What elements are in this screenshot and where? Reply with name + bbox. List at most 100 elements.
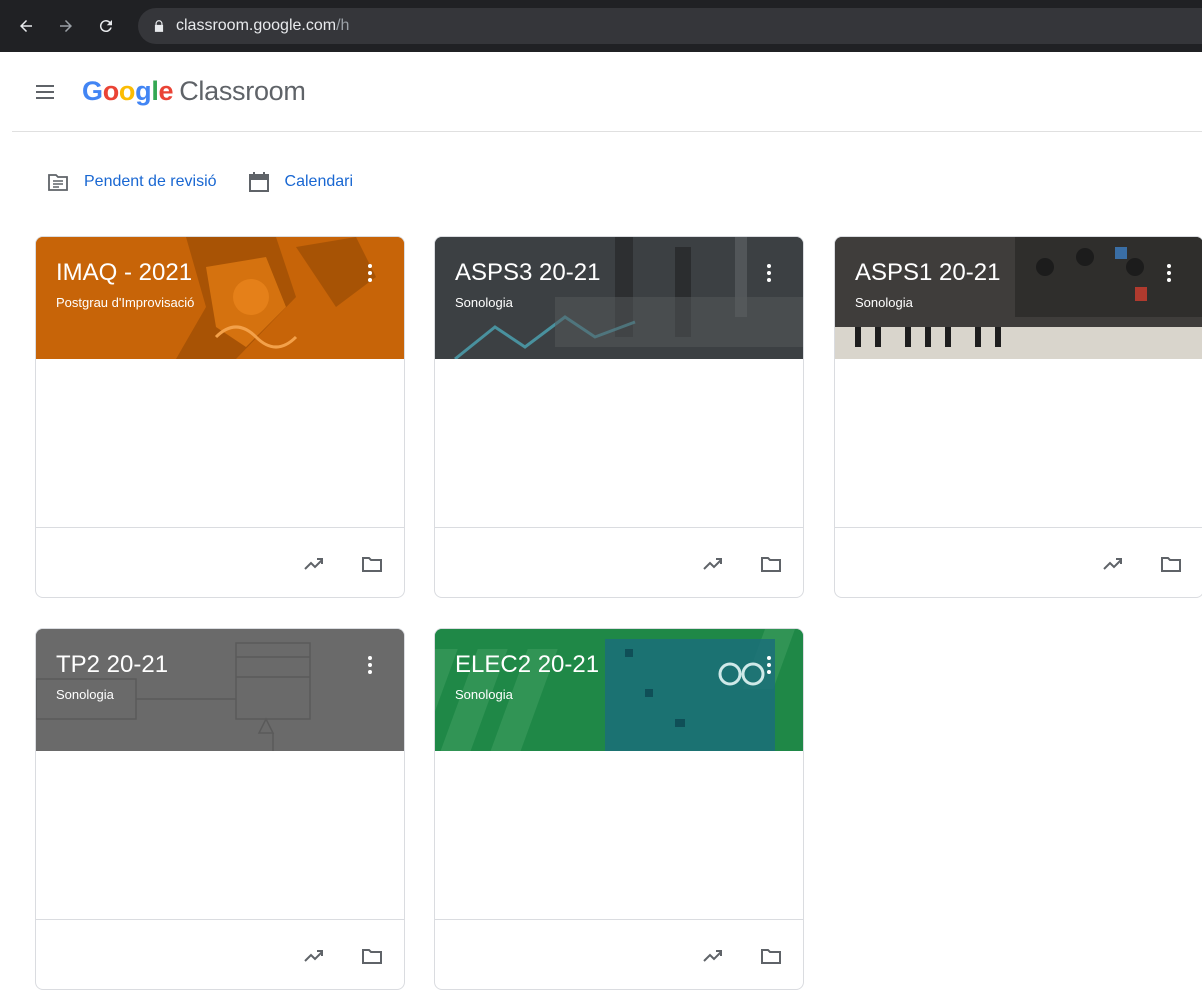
more-vert-icon-dot [767,271,771,275]
class-card-body [435,751,803,919]
quick-links: Pendent de revisió Calendari [46,170,383,194]
class-section: Postgrau d'Improvisació [56,295,195,310]
to-review-label: Pendent de revisió [84,173,217,190]
more-vert-icon-dot [368,670,372,674]
class-card: TP2 20-21 Sonologia [35,628,405,990]
folder-icon [362,948,382,964]
more-vert-icon-dot [767,670,771,674]
class-section: Sonologia [56,687,114,702]
folder-icon [761,948,781,964]
class-drive-folder-button[interactable] [1159,552,1183,576]
more-vert-icon-dot [368,663,372,667]
more-vert-icon-dot [1167,278,1171,282]
hamburger-icon [36,84,54,87]
class-card-body [36,359,404,527]
more-vert-icon [368,656,372,660]
hamburger-icon-bar [36,96,54,99]
class-card-footer [36,919,404,989]
class-drive-folder-button[interactable] [759,944,783,968]
trending-up-icon [304,557,323,570]
trending-up-icon [304,949,323,962]
class-card-body [435,359,803,527]
class-card-banner[interactable]: IMAQ - 2021 Postgrau d'Improvisació [36,237,404,359]
class-name[interactable]: IMAQ - 2021 [56,259,192,287]
gradebook-button[interactable] [302,552,326,576]
gradebook-button[interactable] [701,944,725,968]
folder-icon [1161,556,1181,572]
reload-icon [99,20,112,33]
class-card-footer [36,527,404,597]
calendar-icon [248,172,269,192]
main-menu-button[interactable] [36,80,60,104]
calendar-link[interactable]: Calendari [247,170,353,194]
gradebook-button[interactable] [1101,552,1125,576]
url-domain: classroom.google.com [176,17,337,34]
class-card: ELEC2 20-21 Sonologia [434,628,804,990]
more-vert-icon-dot [368,271,372,275]
more-vert-icon-dot [1167,271,1171,275]
class-options-button[interactable] [358,261,382,285]
calendar-label: Calendari [284,173,354,190]
class-card-banner[interactable]: TP2 20-21 Sonologia [36,629,404,751]
more-vert-icon [368,264,372,268]
browser-toolbar: classroom.google.com/h [0,0,1202,52]
class-card: ASPS1 20-21 Sonologia [834,236,1202,598]
product-name: Classroom [179,76,306,106]
class-name[interactable]: ASPS1 20-21 [855,259,1000,287]
hamburger-icon-bar [36,90,54,93]
folder-icon [761,556,781,572]
reload-button[interactable] [94,14,118,38]
more-vert-icon [767,264,771,268]
logo-letter: G [82,76,103,106]
logo-letter: o [102,76,120,106]
app-header: Google Classroom [12,52,1202,132]
lock-icon [154,20,164,32]
arrow-right-icon [60,20,72,32]
class-name[interactable]: ASPS3 20-21 [455,259,600,287]
gradebook-button[interactable] [302,944,326,968]
logo-letter: e [158,76,174,106]
folder-icon [362,556,382,572]
back-button[interactable] [14,14,38,38]
class-options-button[interactable] [757,653,781,677]
classroom-logo[interactable]: Google Classroom [82,76,306,107]
class-card-body [835,359,1202,527]
class-section: Sonologia [455,687,513,702]
to-review-link[interactable]: Pendent de revisió [46,170,217,194]
url-path: /h [336,17,350,34]
class-section: Sonologia [855,295,913,310]
class-card-body [36,751,404,919]
more-vert-icon-dot [368,278,372,282]
class-card-footer [435,527,803,597]
trending-up-icon [1103,557,1122,570]
class-name[interactable]: ELEC2 20-21 [455,651,599,679]
class-options-button[interactable] [358,653,382,677]
class-name[interactable]: TP2 20-21 [56,651,168,679]
class-card-footer [835,527,1202,597]
forward-button[interactable] [54,14,78,38]
class-card-banner[interactable]: ASPS3 20-21 Sonologia [435,237,803,359]
more-vert-icon [1167,264,1171,268]
gradebook-button[interactable] [701,552,725,576]
arrow-left-icon [20,20,32,32]
logo-letter: g [135,76,152,106]
assignment-icon [48,174,68,191]
class-card-banner[interactable]: ELEC2 20-21 Sonologia [435,629,803,751]
more-vert-icon [767,656,771,660]
class-options-button[interactable] [757,261,781,285]
more-vert-icon-dot [767,278,771,282]
class-card: IMAQ - 2021 Postgrau d'Improvisació [35,236,405,598]
class-card-banner[interactable]: ASPS1 20-21 Sonologia [835,237,1202,359]
logo-letter: o [118,76,136,106]
class-drive-folder-button[interactable] [360,552,384,576]
trending-up-icon [703,557,722,570]
class-drive-folder-button[interactable] [360,944,384,968]
address-bar[interactable]: classroom.google.com/h [138,8,1202,44]
class-card-footer [435,919,803,989]
class-section: Sonologia [455,295,513,310]
class-options-button[interactable] [1157,261,1181,285]
trending-up-icon [703,949,722,962]
class-card: ASPS3 20-21 Sonologia [434,236,804,598]
class-drive-folder-button[interactable] [759,552,783,576]
logo-letter: l [151,76,159,106]
